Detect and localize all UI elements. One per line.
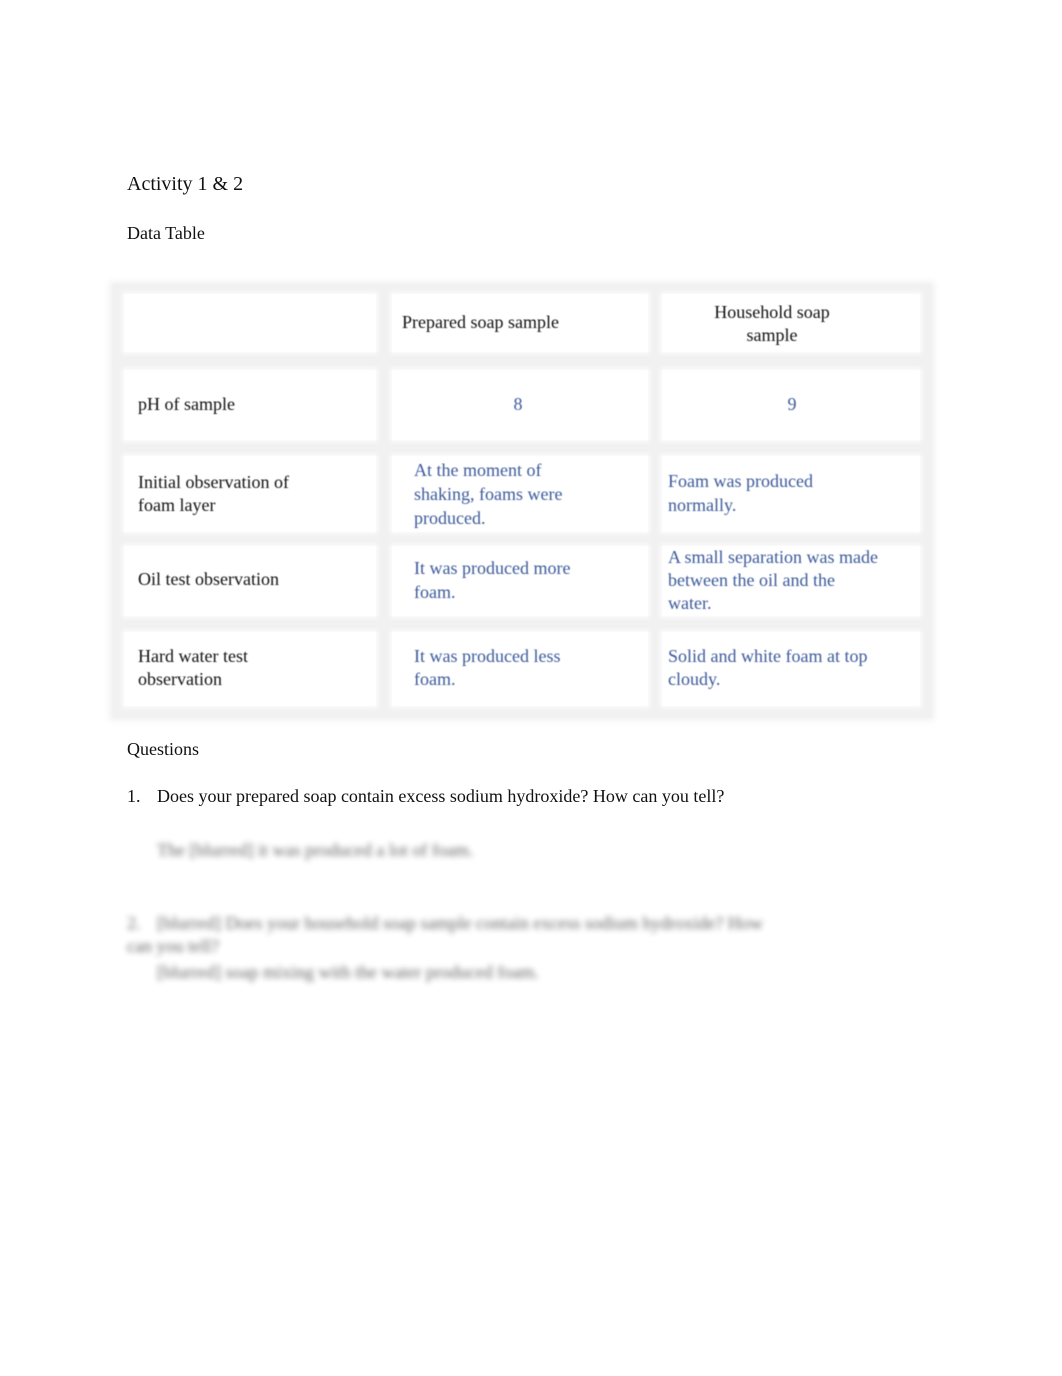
- row-label: Hard water test observation: [138, 646, 248, 689]
- prepared-value-cell: It was produced more foam.: [392, 546, 648, 616]
- question-2-blurred: 2. [blurred] Does your household soap sam…: [127, 912, 767, 958]
- question-number: 1.: [127, 786, 141, 806]
- prepared-ph-value: 8: [513, 394, 523, 414]
- household-foam-observation: Foam was produced normally.: [668, 471, 813, 515]
- household-value-cell: A small separation was made between the …: [662, 546, 920, 616]
- prepared-oil-observation: It was produced more foam.: [414, 558, 571, 602]
- row-label-cell: pH of sample: [124, 370, 376, 440]
- row-label: pH of sample: [138, 394, 235, 414]
- questions-heading: Questions: [127, 739, 199, 759]
- row-label-cell: Oil test observation: [124, 546, 376, 616]
- header-cell-household: Household soap sample: [662, 294, 920, 352]
- header-household-label: Household soap sample: [714, 302, 830, 345]
- prepared-value-cell: At the moment of shaking, foams were pro…: [392, 456, 648, 532]
- row-label: Oil test observation: [138, 569, 279, 589]
- prepared-value-cell: 8: [392, 370, 648, 440]
- question-text: [blurred] Does your household soap sampl…: [127, 913, 763, 956]
- document-title: Activity 1 & 2: [127, 173, 244, 195]
- prepared-value-cell: It was produced less foam.: [392, 632, 648, 706]
- header-cell-empty: [124, 294, 376, 352]
- household-value-cell: Solid and white foam at top cloudy.: [662, 632, 920, 706]
- household-value-cell: 9: [662, 370, 920, 440]
- prepared-foam-observation: At the moment of shaking, foams were pro…: [414, 460, 563, 528]
- household-hardwater-observation: Solid and white foam at top cloudy.: [668, 646, 868, 689]
- prepared-hardwater-observation: It was produced less foam.: [414, 646, 561, 689]
- household-ph-value: 9: [787, 394, 797, 414]
- question-number: 2.: [127, 913, 141, 933]
- header-cell-prepared: Prepared soap sample: [392, 294, 648, 352]
- question-text: Does your prepared soap contain excess s…: [157, 786, 725, 806]
- answer-2-blurred: [blurred] soap mixing with the water pro…: [157, 962, 539, 982]
- data-table-heading: Data Table: [127, 223, 205, 243]
- answer-1-blurred: The [blurred] it was produced a lot of f…: [157, 840, 474, 860]
- row-label: Initial observation of foam layer: [138, 472, 289, 515]
- header-prepared-label: Prepared soap sample: [402, 312, 559, 332]
- household-oil-observation: A small separation was made between the …: [668, 547, 878, 613]
- data-table: Prepared soap sample Household soap samp…: [112, 284, 932, 718]
- row-label-cell: Initial observation of foam layer: [124, 456, 376, 532]
- household-value-cell: Foam was produced normally.: [662, 456, 920, 532]
- row-label-cell: Hard water test observation: [124, 632, 376, 706]
- question-1: 1. Does your prepared soap contain excess…: [127, 786, 724, 807]
